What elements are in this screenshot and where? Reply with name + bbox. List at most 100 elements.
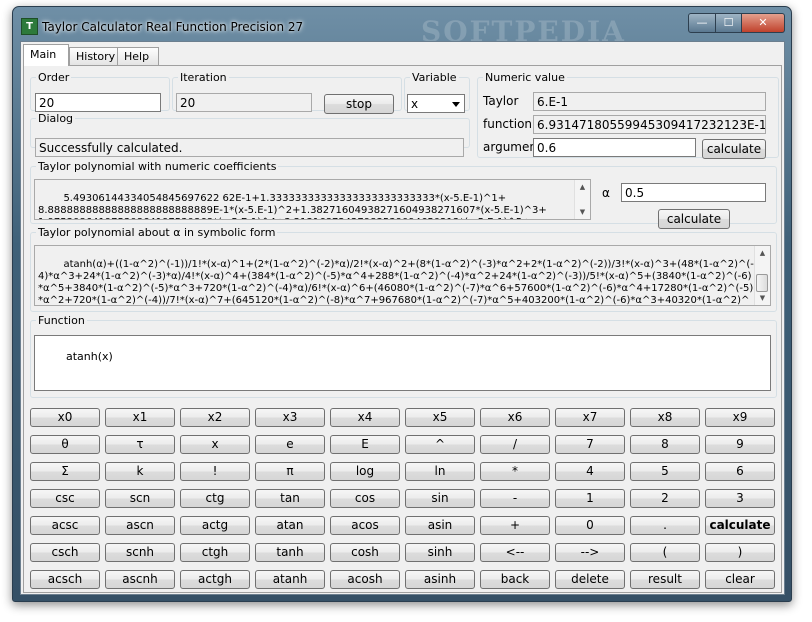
- key-e[interactable]: e: [255, 435, 325, 454]
- alpha-input[interactable]: 0.5: [621, 183, 766, 202]
- key-atanh[interactable]: atanh: [255, 570, 325, 589]
- key-r5c9[interactable]: ): [705, 543, 775, 562]
- key-cosh[interactable]: cosh: [330, 543, 400, 562]
- key-r5c7[interactable]: -->: [555, 543, 625, 562]
- key-x3[interactable]: x3: [255, 408, 325, 427]
- variable-select[interactable]: x: [407, 94, 465, 113]
- key-cos[interactable]: cos: [330, 489, 400, 508]
- tab-history[interactable]: History: [69, 47, 119, 65]
- key-e[interactable]: E: [330, 435, 400, 454]
- key-tan[interactable]: tan: [255, 489, 325, 508]
- dialog-legend: Dialog: [38, 112, 74, 125]
- key-sinh[interactable]: sinh: [405, 543, 475, 562]
- key-sin[interactable]: sin: [405, 489, 475, 508]
- title-bar[interactable]: T SOFTPEDIA Taylor Calculator Real Funct…: [13, 7, 791, 48]
- numeric-polynomial-text: 5.49306144334054845697622 62E-1+1.333333…: [38, 193, 547, 219]
- key-x[interactable]: x: [180, 435, 250, 454]
- key-acosh[interactable]: acosh: [330, 570, 400, 589]
- key-r1c1[interactable]: τ: [105, 435, 175, 454]
- key-scnh[interactable]: scnh: [105, 543, 175, 562]
- key-delete[interactable]: delete: [555, 570, 625, 589]
- calculate-numeric-button[interactable]: calculate: [702, 139, 766, 159]
- minimize-button[interactable]: —: [688, 13, 716, 33]
- key-8[interactable]: 8: [630, 435, 700, 454]
- key-x4[interactable]: x4: [330, 408, 400, 427]
- key-0[interactable]: 0: [555, 516, 625, 535]
- scroll-down-icon[interactable]: ▼: [575, 205, 590, 219]
- symbolic-polynomial-output[interactable]: atanh(α)+((1-α^2)^(-1))/1!*(x-α)^1+(2*(1…: [34, 245, 771, 306]
- key-r2c6[interactable]: *: [480, 462, 550, 481]
- key-csc[interactable]: csc: [30, 489, 100, 508]
- key-acsch[interactable]: acsch: [30, 570, 100, 589]
- key-r4c8[interactable]: .: [630, 516, 700, 535]
- key-x1[interactable]: x1: [105, 408, 175, 427]
- key-calculate[interactable]: calculate: [705, 516, 775, 535]
- key-x7[interactable]: x7: [555, 408, 625, 427]
- key-r2c2[interactable]: !: [180, 462, 250, 481]
- function-value: 6.93147180559945309417232123E-1: [533, 115, 766, 134]
- client-area: Main History Help Order 20 Iteration 20 …: [20, 41, 785, 595]
- scroll-up-icon[interactable]: ▲: [755, 246, 770, 260]
- key-r2c3[interactable]: π: [255, 462, 325, 481]
- key-2[interactable]: 2: [630, 489, 700, 508]
- scroll-down-icon[interactable]: ▼: [755, 291, 770, 305]
- key-r4c6[interactable]: +: [480, 516, 550, 535]
- key-r5c6[interactable]: <--: [480, 543, 550, 562]
- key-k[interactable]: k: [105, 462, 175, 481]
- key-atan[interactable]: atan: [255, 516, 325, 535]
- order-input[interactable]: 20: [35, 93, 161, 112]
- key-ascnh[interactable]: ascnh: [105, 570, 175, 589]
- key-4[interactable]: 4: [555, 462, 625, 481]
- key-acsc[interactable]: acsc: [30, 516, 100, 535]
- key-r2c0[interactable]: Σ: [30, 462, 100, 481]
- key-6[interactable]: 6: [705, 462, 775, 481]
- key-x2[interactable]: x2: [180, 408, 250, 427]
- key-r3c6[interactable]: -: [480, 489, 550, 508]
- key-ascn[interactable]: ascn: [105, 516, 175, 535]
- key-scn[interactable]: scn: [105, 489, 175, 508]
- key-clear[interactable]: clear: [705, 570, 775, 589]
- key-x6[interactable]: x6: [480, 408, 550, 427]
- tab-help[interactable]: Help: [117, 47, 159, 65]
- key-back[interactable]: back: [480, 570, 550, 589]
- scroll-thumb[interactable]: [756, 274, 768, 292]
- tab-main[interactable]: Main: [23, 44, 69, 66]
- numeric-polynomial-scrollbar[interactable]: ▲ ▼: [574, 180, 590, 219]
- key-x8[interactable]: x8: [630, 408, 700, 427]
- key-7[interactable]: 7: [555, 435, 625, 454]
- key-result[interactable]: result: [630, 570, 700, 589]
- key-log[interactable]: log: [330, 462, 400, 481]
- key-ctg[interactable]: ctg: [180, 489, 250, 508]
- app-icon[interactable]: T: [21, 18, 38, 35]
- key-csch[interactable]: csch: [30, 543, 100, 562]
- caption-buttons: — ☐ ✕: [688, 13, 785, 33]
- key-asinh[interactable]: asinh: [405, 570, 475, 589]
- key-1[interactable]: 1: [555, 489, 625, 508]
- maximize-button[interactable]: ☐: [716, 13, 742, 33]
- scroll-up-icon[interactable]: ▲: [575, 180, 590, 194]
- key-r1c5[interactable]: ^: [405, 435, 475, 454]
- key-5[interactable]: 5: [630, 462, 700, 481]
- symbolic-polynomial-scrollbar[interactable]: ▲ ▼: [754, 246, 770, 305]
- numeric-polynomial-output[interactable]: 5.49306144334054845697622 62E-1+1.333333…: [34, 179, 591, 220]
- key-x0[interactable]: x0: [30, 408, 100, 427]
- key-x5[interactable]: x5: [405, 408, 475, 427]
- key-ctgh[interactable]: ctgh: [180, 543, 250, 562]
- key-x9[interactable]: x9: [705, 408, 775, 427]
- key-r1c6[interactable]: /: [480, 435, 550, 454]
- stop-button[interactable]: stop: [324, 94, 394, 114]
- key-9[interactable]: 9: [705, 435, 775, 454]
- function-text: atanh(x): [65, 350, 113, 363]
- close-button[interactable]: ✕: [742, 13, 785, 33]
- key-actg[interactable]: actg: [180, 516, 250, 535]
- function-input[interactable]: atanh(x): [34, 335, 771, 391]
- key-3[interactable]: 3: [705, 489, 775, 508]
- key-tanh[interactable]: tanh: [255, 543, 325, 562]
- key-acos[interactable]: acos: [330, 516, 400, 535]
- key-r1c0[interactable]: θ: [30, 435, 100, 454]
- argument-input[interactable]: 0.6: [533, 138, 696, 157]
- key-actgh[interactable]: actgh: [180, 570, 250, 589]
- key-ln[interactable]: ln: [405, 462, 475, 481]
- key-r5c8[interactable]: (: [630, 543, 700, 562]
- key-asin[interactable]: asin: [405, 516, 475, 535]
